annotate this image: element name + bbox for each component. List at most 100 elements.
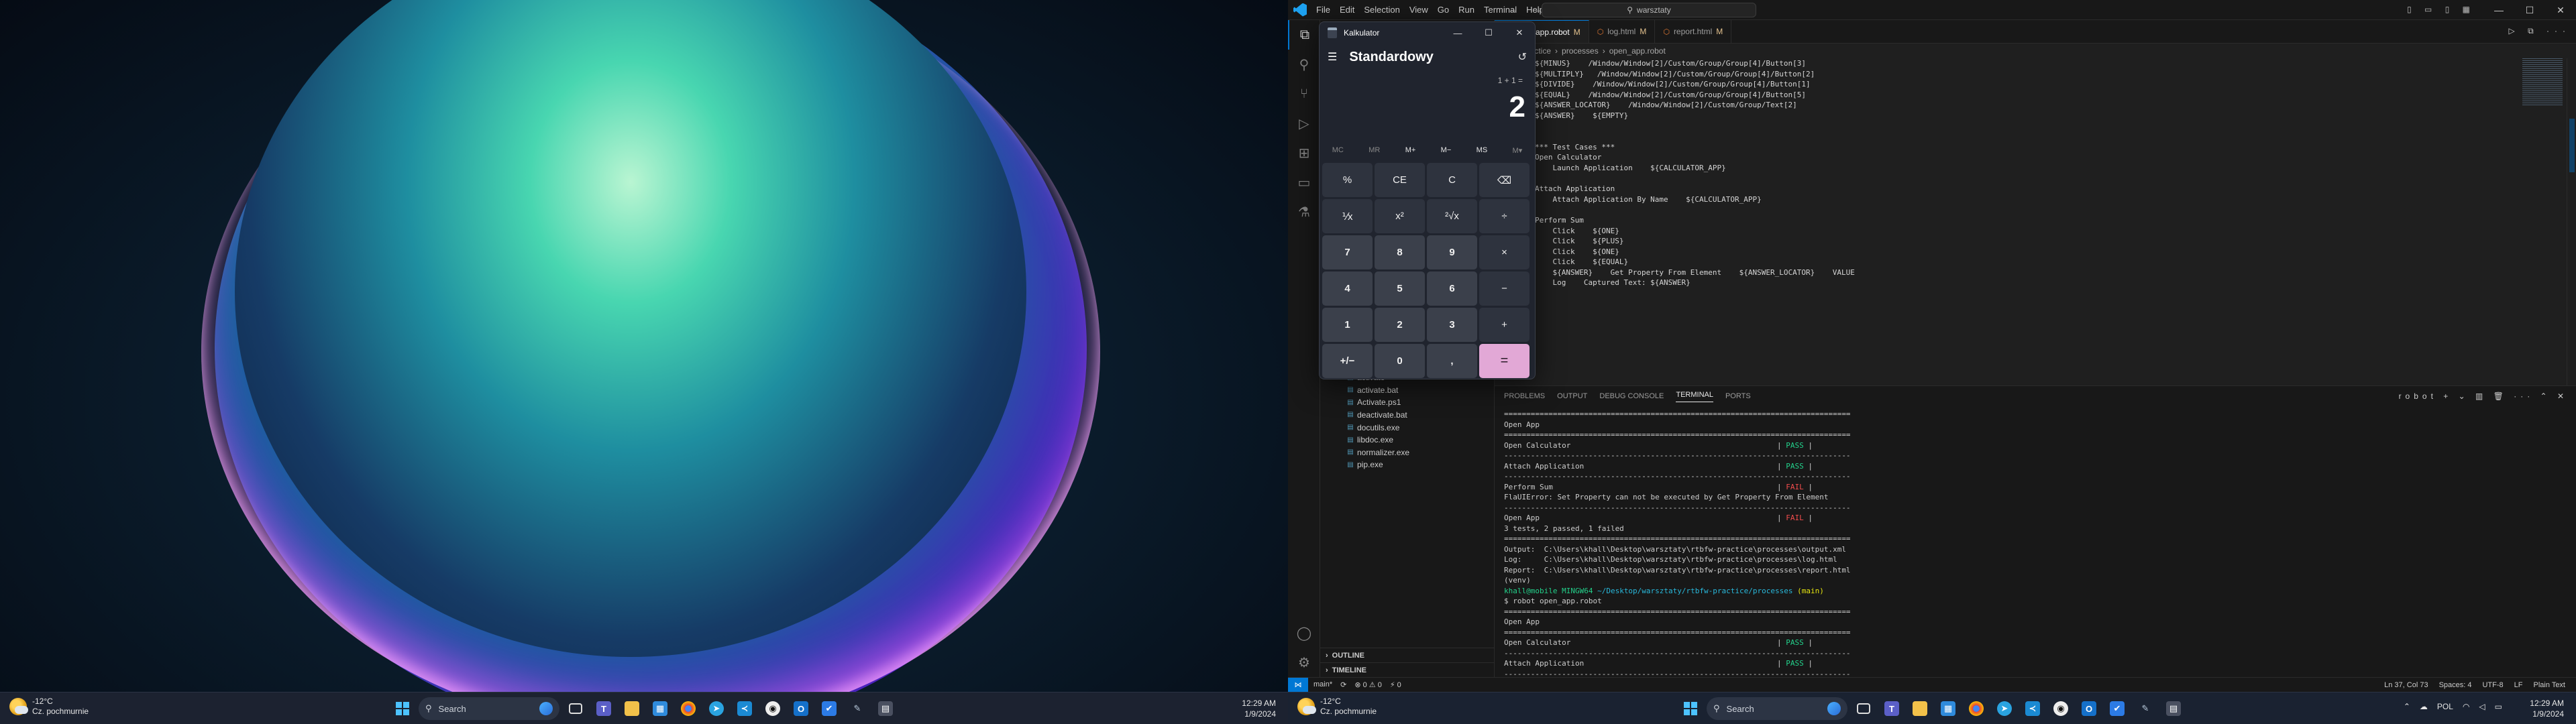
memory-button[interactable]: M+ — [1405, 146, 1416, 154]
breadcrumb-item[interactable]: processes — [1562, 46, 1599, 56]
operator-button[interactable]: ²√x — [1427, 199, 1477, 233]
battery-icon[interactable]: ▭ — [2495, 702, 2502, 711]
taskbar-search[interactable]: ⚲ Search — [419, 697, 559, 720]
close-icon[interactable]: ✕ — [2545, 0, 2576, 20]
explorer-item[interactable]: ▤ normalizer.exe — [1320, 446, 1494, 459]
menu-item-run[interactable]: Run — [1454, 3, 1479, 17]
operator-button[interactable]: % — [1322, 163, 1373, 197]
panel-tab-output[interactable]: OUTPUT — [1557, 392, 1587, 400]
status-item[interactable]: Spaces: 4 — [2439, 681, 2472, 689]
tool-icon[interactable]: ✎ — [845, 697, 869, 721]
operator-button[interactable]: C — [1427, 163, 1477, 197]
operator-button[interactable]: ⅟x — [1322, 199, 1373, 233]
status-item[interactable]: ⊗ 0 ⚠ 0 — [1354, 680, 1381, 689]
digit-button[interactable]: 7 — [1322, 235, 1373, 269]
file-explorer-icon[interactable] — [1908, 697, 1932, 721]
settings-gear-icon[interactable]: ⚙ — [1288, 648, 1320, 677]
operator-button[interactable]: ⌫ — [1479, 163, 1529, 197]
taskbar-clock[interactable]: 12:29 AM 1/9/2024 — [2530, 698, 2564, 719]
explorer-item[interactable]: ▤ libdoc.exe — [1320, 434, 1494, 446]
maximize-icon[interactable]: ☐ — [2514, 0, 2545, 20]
volume-icon[interactable]: ◁ — [2479, 702, 2485, 711]
account-icon[interactable]: ◯ — [1288, 618, 1320, 648]
status-item[interactable]: ⟳ — [1340, 680, 1346, 689]
outlook-icon[interactable]: O — [2077, 697, 2101, 721]
tool-icon[interactable]: ✎ — [2133, 697, 2157, 721]
source-control-icon[interactable]: ⑂ — [1288, 79, 1320, 109]
github-icon[interactable]: ◉ — [761, 697, 785, 721]
todo-icon[interactable]: ✔ — [2105, 697, 2129, 721]
extensions-icon[interactable]: ⊞ — [1288, 138, 1320, 168]
store-icon[interactable]: ▦ — [648, 697, 672, 721]
language-indicator[interactable]: POL — [2437, 702, 2453, 711]
run-debug-icon[interactable]: ▷ — [1288, 109, 1320, 138]
digit-button[interactable]: 6 — [1427, 272, 1477, 306]
file-explorer-icon[interactable] — [620, 697, 644, 721]
digit-button[interactable]: 9 — [1427, 235, 1477, 269]
section-timeline[interactable]: › TIMELINE — [1320, 662, 1494, 677]
vscode-icon[interactable]: ≺ — [733, 697, 757, 721]
panel-tab-problems[interactable]: PROBLEMS — [1504, 392, 1545, 400]
status-item[interactable]: main* — [1313, 680, 1332, 689]
store-icon[interactable]: ▦ — [1936, 697, 1960, 721]
explorer-item[interactable]: ▤ deactivate.bat — [1320, 409, 1494, 422]
minimize-icon[interactable]: — — [1442, 22, 1473, 44]
memory-button[interactable]: M− — [1441, 146, 1452, 154]
memory-button[interactable]: MS — [1477, 146, 1488, 154]
task-view-icon[interactable] — [564, 697, 588, 721]
minimap[interactable] — [2522, 58, 2563, 105]
menu-item-edit[interactable]: Edit — [1336, 3, 1358, 17]
digit-button[interactable]: 8 — [1375, 235, 1425, 269]
chevron-up-icon[interactable]: ⌃ — [2404, 702, 2410, 711]
menu-item-file[interactable]: File — [1312, 3, 1334, 17]
terminal-output[interactable]: ========================================… — [1504, 409, 2564, 690]
menu-item-go[interactable]: Go — [1434, 3, 1453, 17]
minimize-icon[interactable]: — — [2483, 0, 2514, 20]
operator-button[interactable]: CE — [1375, 163, 1425, 197]
vscode-icon[interactable]: ≺ — [2021, 697, 2045, 721]
editor-actions[interactable]: ▷ ⧉ ··· — [2509, 26, 2571, 36]
calculator-icon[interactable]: ▤ — [2161, 697, 2186, 721]
hamburger-menu-icon[interactable]: ☰ — [1328, 50, 1337, 64]
cloud-icon[interactable]: ☁ — [2420, 702, 2428, 711]
teams-icon[interactable]: T — [1880, 697, 1904, 721]
explorer-item[interactable]: ▤ docutils.exe — [1320, 421, 1494, 434]
breadcrumb-item[interactable]: open_app.robot — [1609, 46, 1666, 56]
digit-button[interactable]: 2 — [1375, 308, 1425, 342]
digit-button[interactable]: 5 — [1375, 272, 1425, 306]
testing-icon[interactable]: ⚗ — [1288, 197, 1320, 227]
taskbar-clock[interactable]: 12:29 AM 1/9/2024 — [1242, 698, 1276, 719]
equals-button[interactable]: = — [1479, 344, 1529, 378]
digit-button[interactable]: 0 — [1375, 344, 1425, 378]
panel-tab-debug-console[interactable]: DEBUG CONSOLE — [1599, 392, 1664, 400]
weather-widget[interactable]: -12°C Cz. pochmurnie — [1297, 697, 1377, 717]
editor-tab[interactable]: ⬡ report.html M — [1655, 20, 1732, 43]
panel-tab-terminal[interactable]: TERMINAL — [1676, 391, 1713, 402]
layout-icons[interactable]: ▯ ▭ ▯ ▦ — [2407, 5, 2475, 14]
start-button[interactable] — [390, 697, 415, 721]
digit-button[interactable]: 1 — [1322, 308, 1373, 342]
menu-item-view[interactable]: View — [1405, 3, 1432, 17]
telegram-icon[interactable]: ➤ — [704, 697, 729, 721]
status-item[interactable]: Plain Text — [2534, 681, 2566, 689]
scrollbar-thumb[interactable] — [2569, 119, 2575, 172]
search-icon[interactable]: ⚲ — [1288, 50, 1320, 79]
outlook-icon[interactable]: O — [789, 697, 813, 721]
panel-actions[interactable]: robot + ⌄ ▥ 🗑 ··· ⌃ ✕ — [2399, 391, 2568, 401]
digit-button[interactable]: , — [1427, 344, 1477, 378]
command-center[interactable]: ⚲ warsztaty — [1542, 3, 1756, 17]
explorer-icon[interactable]: ⧉ — [1288, 20, 1320, 50]
status-item[interactable]: Ln 37, Col 73 — [2384, 681, 2428, 689]
maximize-icon[interactable]: ☐ — [1473, 22, 1504, 44]
explorer-item[interactable]: ▤ activate.bat — [1320, 384, 1494, 397]
start-button[interactable] — [1678, 697, 1703, 721]
code-editor[interactable]: 17${MINUS} /Window/Window[2]/Custom/Grou… — [1495, 58, 2434, 351]
desktop-wallpaper[interactable] — [0, 0, 1288, 724]
chrome-icon[interactable] — [1964, 697, 1988, 721]
taskbar-search[interactable]: ⚲ Search — [1707, 697, 1847, 720]
wifi-icon[interactable]: ◠ — [2463, 702, 2469, 711]
explorer-item[interactable]: ▤ Activate.ps1 — [1320, 396, 1494, 409]
panel-tab-ports[interactable]: PORTS — [1725, 392, 1751, 400]
operator-button[interactable]: + — [1479, 308, 1529, 342]
status-item[interactable]: UTF-8 — [2482, 681, 2503, 689]
